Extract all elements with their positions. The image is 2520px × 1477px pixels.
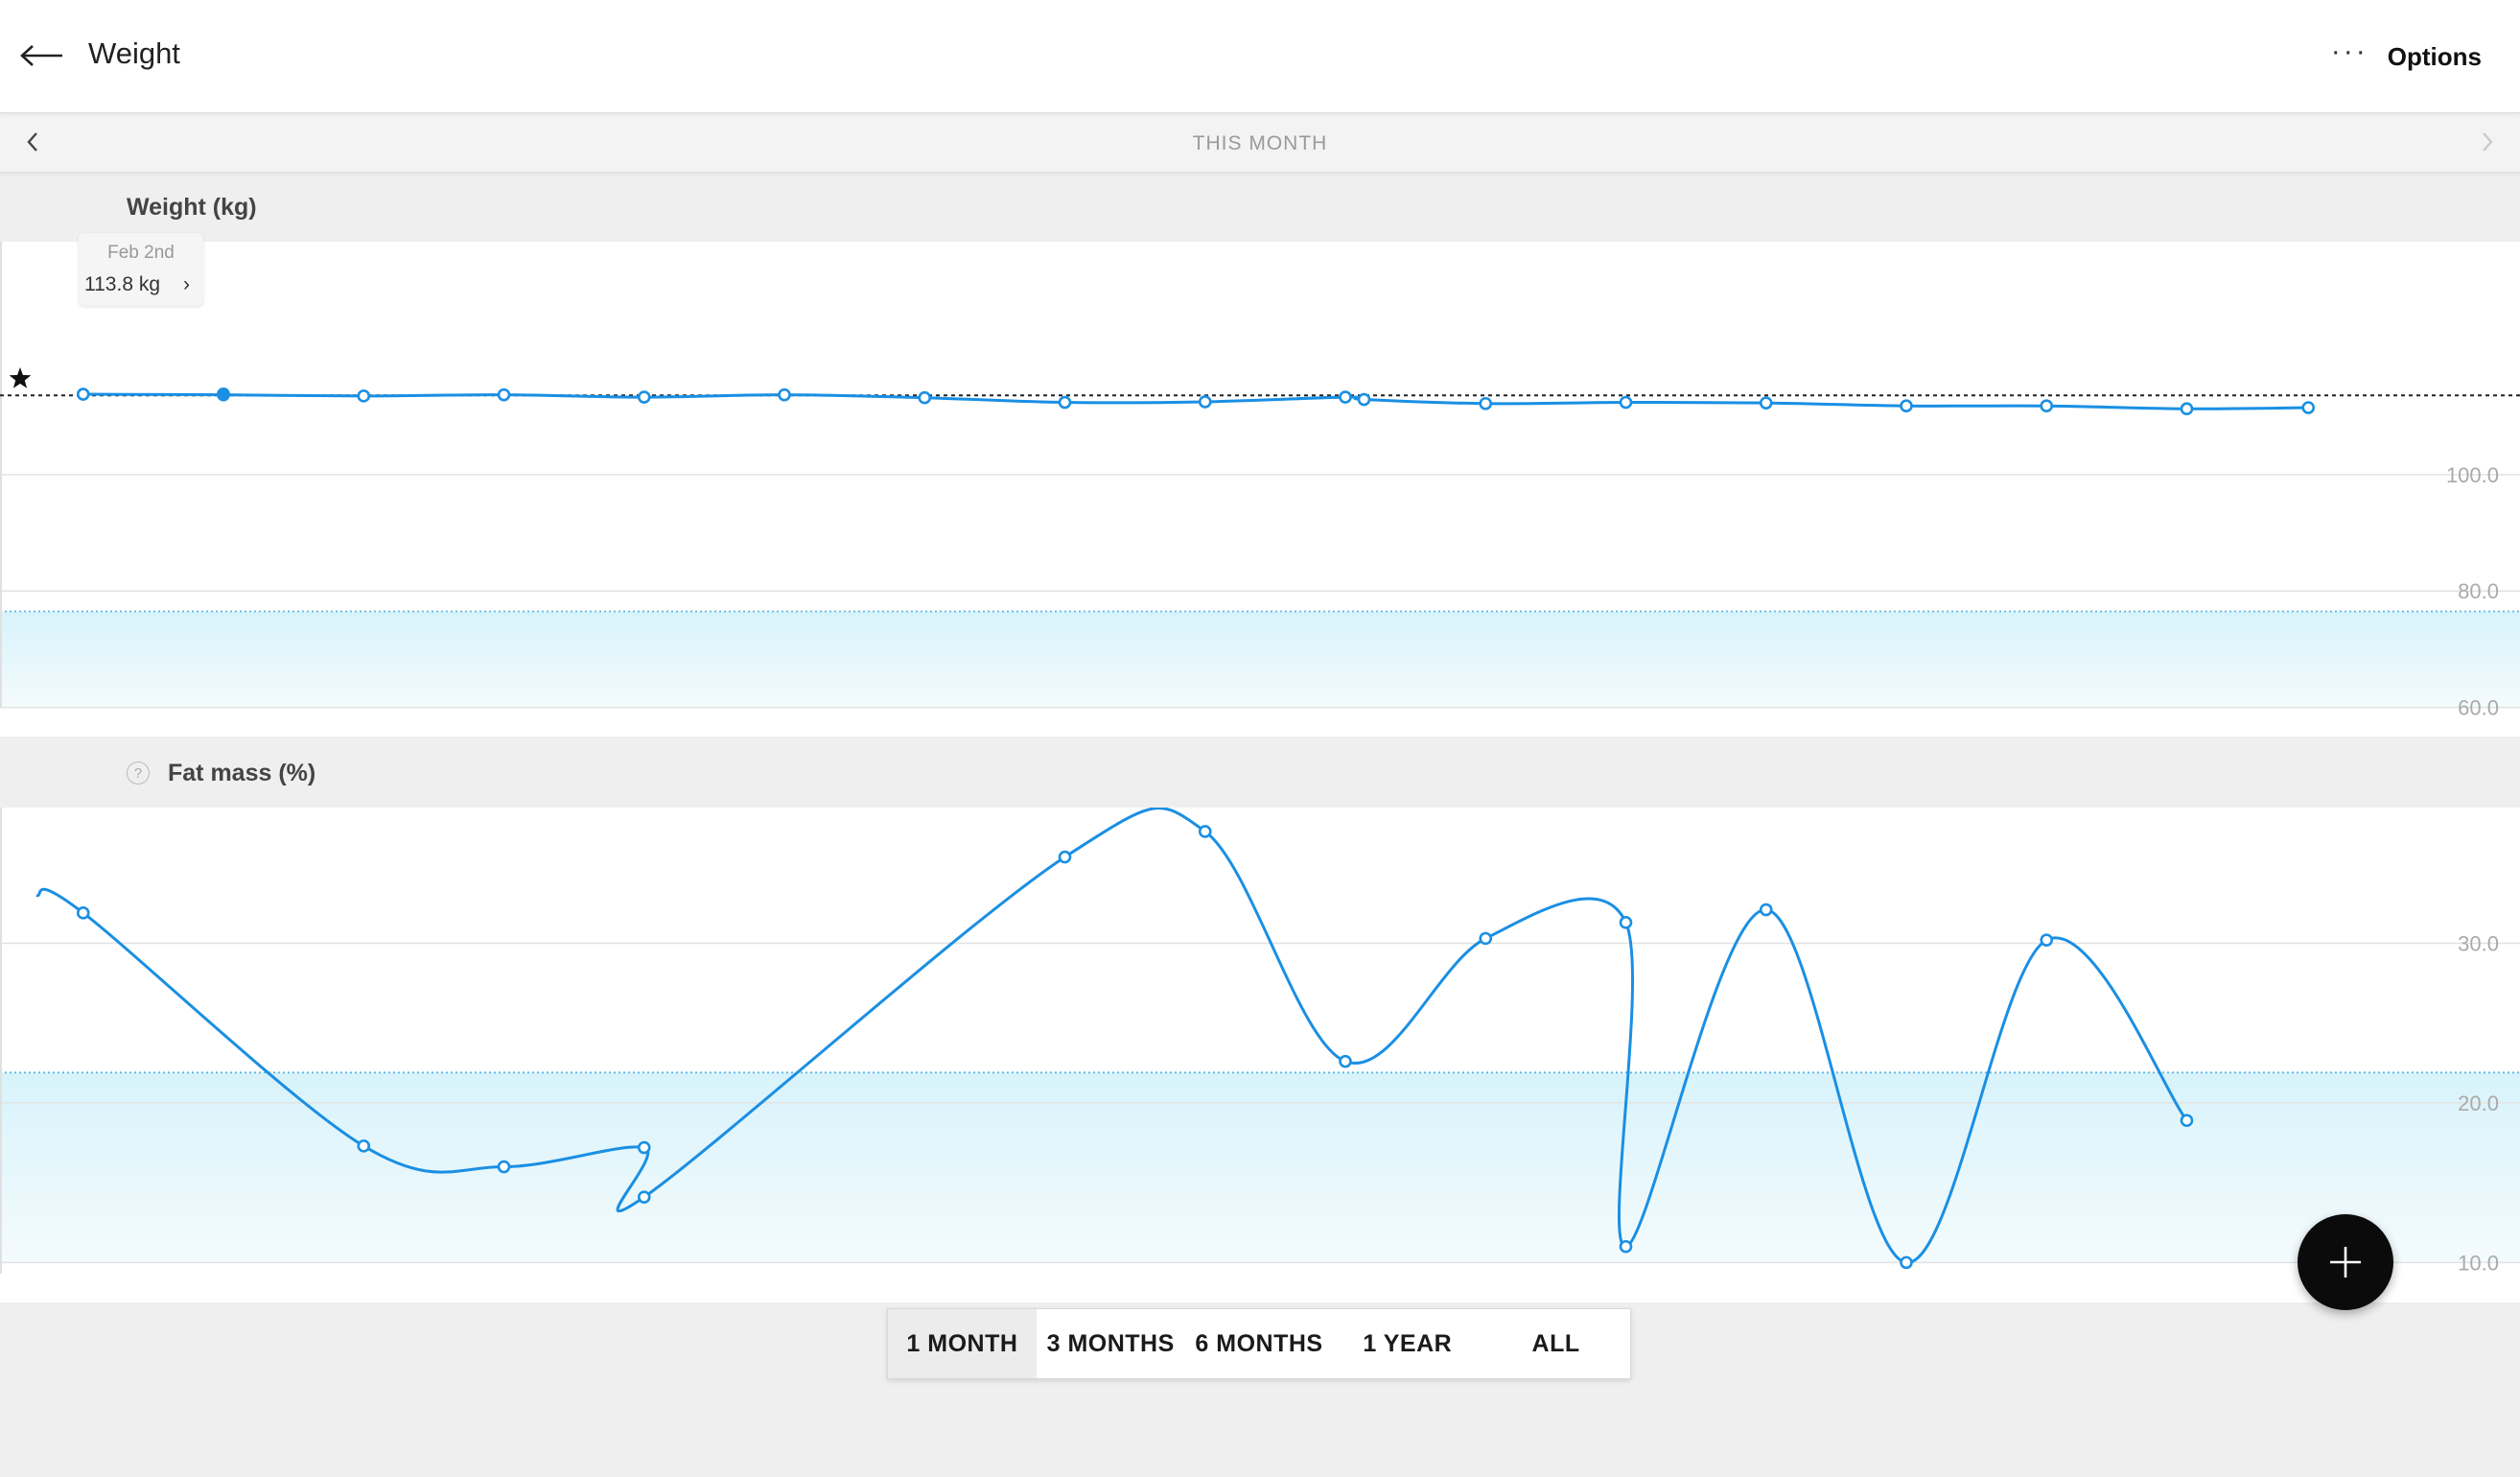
data-point[interactable]	[2040, 933, 2054, 947]
series-line	[82, 392, 2309, 410]
y-tick-label: 20.0	[2458, 1091, 2499, 1115]
weight-chart-title: Weight (kg)	[127, 194, 257, 221]
data-point[interactable]	[1759, 903, 1773, 917]
y-tick-label: 10.0	[2458, 1251, 2499, 1275]
weight-chart-svg: 100.0 80.0 60.0	[0, 242, 2520, 720]
data-point[interactable]	[357, 1139, 371, 1153]
chevron-right-icon	[2483, 132, 2493, 152]
page-title: Weight	[88, 36, 180, 70]
data-point[interactable]	[637, 1140, 651, 1155]
period-label: THIS MONTH	[1192, 132, 1328, 154]
range-6-months-button[interactable]: 6 MONTHS	[1184, 1309, 1334, 1378]
period-navigation: THIS MONTH	[0, 113, 2520, 173]
data-point[interactable]	[76, 387, 90, 401]
selected-data-point[interactable]	[217, 387, 230, 402]
data-point[interactable]	[1900, 399, 1913, 412]
plus-icon	[2330, 1247, 2361, 1278]
add-measurement-button[interactable]	[2298, 1214, 2393, 1310]
data-point[interactable]	[637, 1190, 651, 1204]
options-label: Options	[2387, 41, 2482, 71]
tooltip-value: 113.8 kg	[84, 273, 161, 295]
options-button[interactable]: ··· Options	[2331, 33, 2482, 81]
weight-section-header: Weight (kg)	[0, 173, 2520, 242]
arrow-left-icon	[20, 45, 62, 66]
data-point[interactable]	[2040, 399, 2054, 412]
data-point[interactable]	[1619, 395, 1633, 410]
more-dots-icon: ···	[2330, 35, 2368, 67]
data-point[interactable]	[1900, 1255, 1913, 1270]
data-point[interactable]	[76, 906, 90, 920]
fat-mass-chart[interactable]: 30.0 20.0 10.0	[0, 808, 2520, 1302]
data-point[interactable]	[918, 390, 932, 405]
range-3-months-button[interactable]: 3 MONTHS	[1036, 1309, 1185, 1378]
data-point[interactable]	[357, 389, 371, 403]
data-point[interactable]	[1759, 396, 1773, 410]
weight-tooltip[interactable]: Feb 2nd 113.8 kg ›	[79, 233, 203, 306]
data-point[interactable]	[1357, 392, 1371, 407]
data-point[interactable]	[2180, 402, 2194, 416]
range-1-month-button[interactable]: 1 MONTH	[888, 1309, 1037, 1378]
data-point[interactable]	[2301, 401, 2316, 414]
y-tick-label: 60.0	[2458, 696, 2499, 720]
data-point[interactable]	[1058, 850, 1072, 864]
next-period-button[interactable]	[2468, 123, 2507, 161]
back-button[interactable]	[15, 31, 69, 81]
data-point[interactable]	[497, 1160, 511, 1174]
data-point[interactable]	[1479, 931, 1493, 946]
y-tick-label: 100.0	[2446, 463, 2499, 487]
data-point[interactable]	[1619, 1239, 1633, 1254]
y-tick-label: 30.0	[2458, 931, 2499, 955]
star-icon	[9, 367, 32, 388]
tooltip-date: Feb 2nd	[107, 243, 175, 263]
data-point[interactable]	[778, 387, 791, 402]
help-icon[interactable]: ?	[127, 762, 150, 785]
healthy-range-band	[0, 1072, 2520, 1263]
chevron-right-icon: ›	[183, 273, 190, 295]
range-1-year-button[interactable]: 1 YEAR	[1333, 1309, 1482, 1378]
data-point[interactable]	[1058, 395, 1072, 410]
data-point[interactable]	[1198, 395, 1212, 409]
y-tick-label: 80.0	[2458, 579, 2499, 603]
data-point[interactable]	[637, 390, 651, 404]
data-point[interactable]	[1198, 825, 1212, 838]
healthy-range-band	[0, 611, 2520, 708]
range-selector: 1 MONTH 3 MONTHS 6 MONTHS 1 YEAR ALL	[887, 1308, 1631, 1379]
data-point[interactable]	[2180, 1114, 2194, 1128]
fat-section-header: ? Fat mass (%)	[0, 737, 2520, 808]
data-point[interactable]	[1339, 390, 1352, 404]
fat-chart-title: Fat mass (%)	[168, 760, 316, 786]
range-all-button[interactable]: ALL	[1482, 1309, 1630, 1378]
data-point[interactable]	[1339, 1054, 1352, 1068]
data-point[interactable]	[1479, 396, 1493, 410]
fat-mass-chart-svg: 30.0 20.0 10.0	[0, 808, 2520, 1275]
weight-chart[interactable]: 100.0 80.0 60.0	[0, 242, 2520, 737]
data-point[interactable]	[1619, 916, 1633, 929]
app-header: Weight ··· Options	[0, 0, 2520, 113]
data-point[interactable]	[497, 387, 511, 402]
